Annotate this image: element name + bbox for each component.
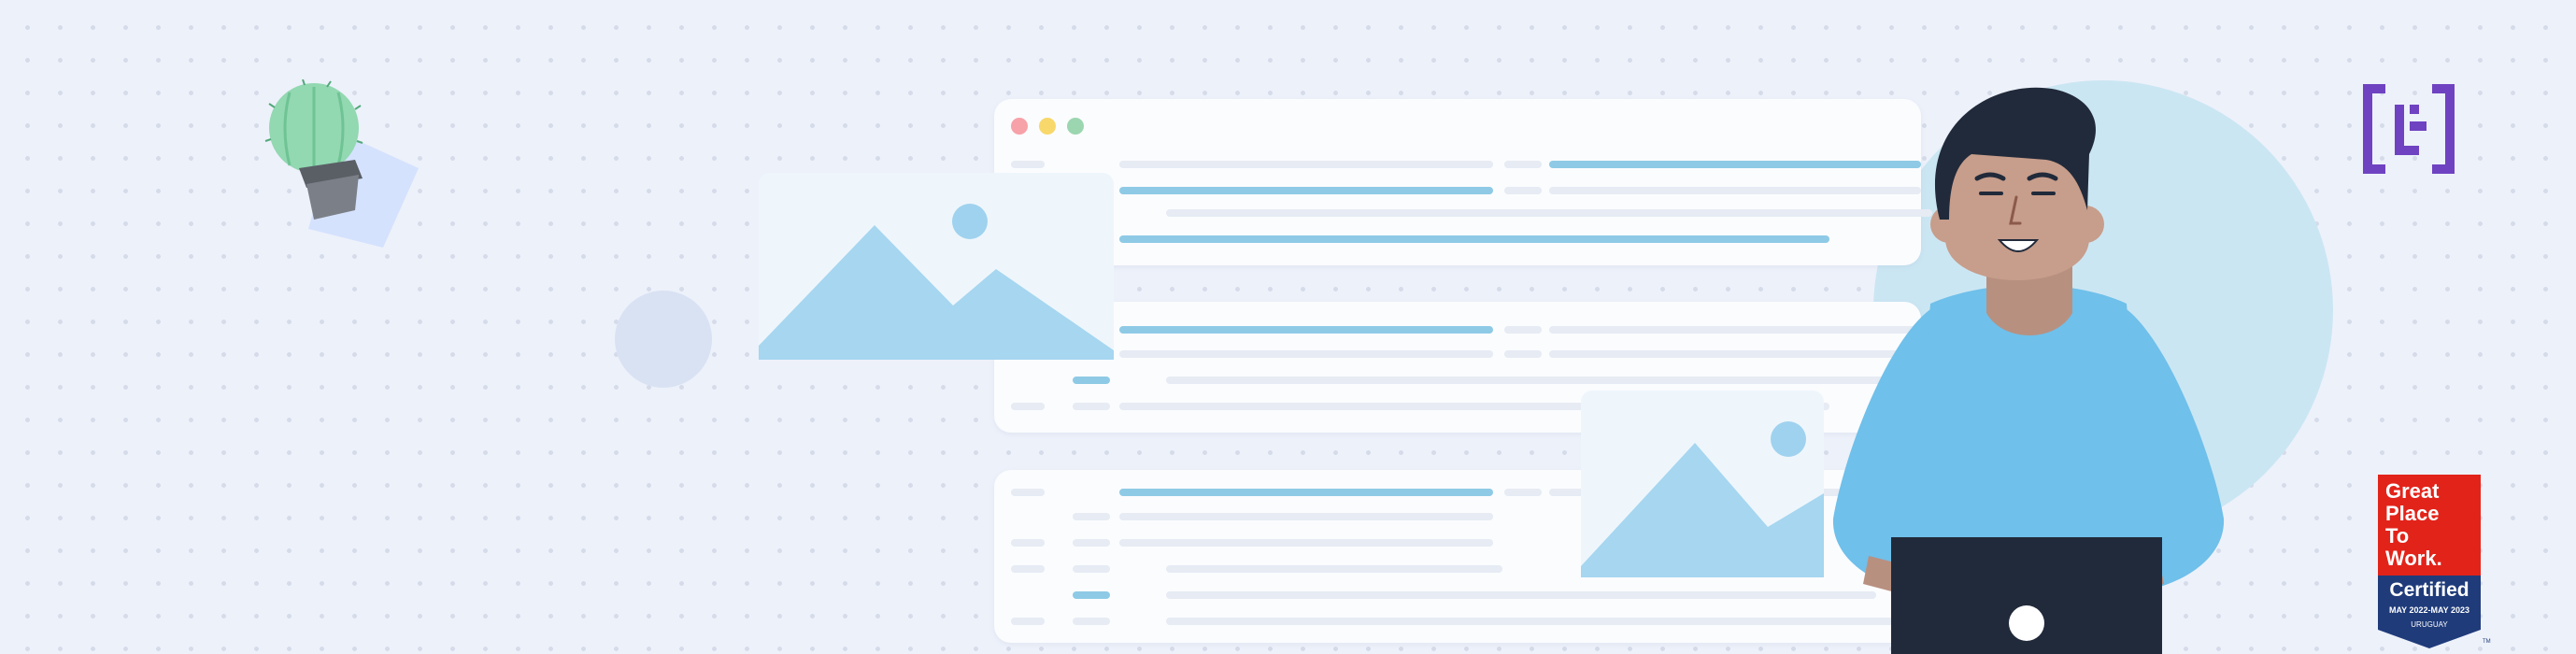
badge-line: Work.	[2385, 547, 2442, 570]
text-line	[1504, 161, 1542, 168]
text-line	[1504, 350, 1542, 358]
text-line	[1119, 539, 1493, 547]
text-line	[1119, 513, 1493, 520]
bracket-logo-icon	[2363, 84, 2455, 174]
badge-title-block: Great Place To Work.	[2378, 475, 2481, 576]
window-close-dot	[1011, 118, 1028, 135]
image-placeholder-icon	[759, 173, 1114, 360]
text-line	[1504, 489, 1542, 496]
window-maximize-dot	[1067, 118, 1084, 135]
text-line	[1073, 591, 1110, 599]
text-line	[1011, 618, 1045, 625]
badge-line: Great	[2385, 479, 2440, 503]
text-line	[1166, 565, 1502, 573]
hero-illustration: Great Place To Work. Certified MAY 2022-…	[0, 0, 2576, 654]
text-line	[1119, 187, 1493, 194]
text-line	[1119, 235, 1829, 243]
decorative-circle	[615, 291, 712, 388]
text-line	[1011, 565, 1045, 573]
badge-line: To	[2385, 524, 2410, 547]
text-line	[1011, 403, 1045, 410]
text-line	[1119, 350, 1493, 358]
person-with-laptop-icon	[1832, 87, 2225, 654]
badge-trademark: TM	[2483, 639, 2491, 645]
badge-country: URUGUAY	[2411, 620, 2448, 629]
text-line	[1073, 377, 1110, 384]
badge-certified-label: Certified	[2389, 579, 2469, 601]
text-line	[1119, 489, 1493, 496]
text-line	[1119, 326, 1493, 334]
text-line	[1504, 187, 1542, 194]
text-line	[1504, 326, 1542, 334]
text-line	[1011, 489, 1045, 496]
badge-dates: MAY 2022-MAY 2023	[2388, 605, 2470, 615]
text-line	[1073, 618, 1110, 625]
text-line	[1073, 403, 1110, 410]
text-line	[1073, 565, 1110, 573]
window-minimize-dot	[1039, 118, 1056, 135]
text-line	[1073, 539, 1110, 547]
cactus-pot-icon	[264, 79, 419, 248]
text-line	[1073, 513, 1110, 520]
badge-line: Place	[2385, 502, 2440, 525]
certification-badge: Great Place To Work. Certified MAY 2022-…	[2378, 475, 2491, 648]
text-line	[1011, 539, 1045, 547]
text-line	[1011, 161, 1045, 168]
text-line	[1119, 161, 1493, 168]
